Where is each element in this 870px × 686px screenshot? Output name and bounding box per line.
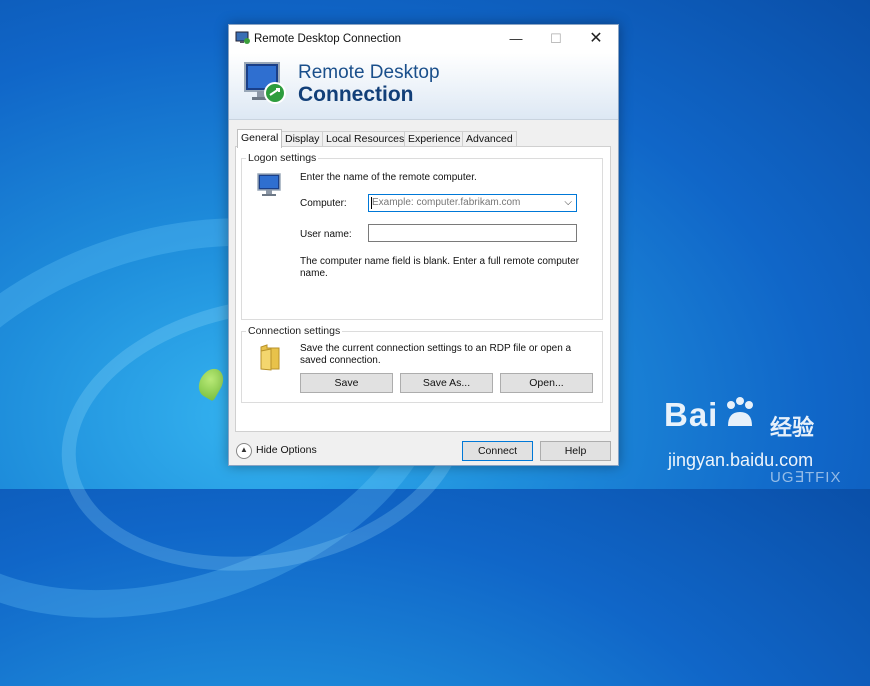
connection-settings-group: Connection settings Save the current con… xyxy=(241,325,603,403)
tab-general[interactable]: General xyxy=(237,129,283,148)
banner: Remote Desktop Connection xyxy=(229,53,618,120)
connect-button[interactable]: Connect xyxy=(462,441,533,461)
general-tab-panel: Logon settings Enter the name of the rem… xyxy=(235,146,611,432)
tab-display[interactable]: Display xyxy=(281,131,324,147)
jingyan-watermark-text: 经验 xyxy=(770,415,815,440)
save-button[interactable]: Save xyxy=(300,373,393,393)
window-title: Remote Desktop Connection xyxy=(254,33,402,45)
computer-combobox[interactable]: Example: computer.fabrikam.com ⌵ xyxy=(368,194,577,212)
chevron-up-circle-icon: ▲ xyxy=(236,443,252,459)
baidu-paw-icon xyxy=(727,397,753,426)
computer-label: Computer: xyxy=(300,198,347,209)
dialog-content: General Display Local Resources Experien… xyxy=(229,120,618,465)
baidu-watermark-text: Bai xyxy=(664,396,719,433)
rdp-app-icon xyxy=(235,31,250,44)
computer-placeholder: Example: computer.fabrikam.com xyxy=(372,197,521,208)
logon-settings-group: Logon settings Enter the name of the rem… xyxy=(241,152,603,320)
logon-settings-legend: Logon settings xyxy=(246,152,319,164)
logon-instruction: Enter the name of the remote computer. xyxy=(300,172,477,183)
chevron-down-icon[interactable]: ⌵ xyxy=(564,197,572,208)
tab-experience[interactable]: Experience xyxy=(404,131,465,147)
minimize-button[interactable]: — xyxy=(496,25,536,53)
title-bar[interactable]: Remote Desktop Connection — ☐ ✕ xyxy=(229,25,618,53)
help-button[interactable]: Help xyxy=(540,441,611,461)
username-label: User name: xyxy=(300,229,352,240)
tab-local-resources[interactable]: Local Resources xyxy=(322,131,409,147)
banner-title-line1: Remote Desktop xyxy=(298,62,440,83)
tab-advanced[interactable]: Advanced xyxy=(462,131,517,147)
monitor-icon xyxy=(244,62,286,104)
close-button[interactable]: ✕ xyxy=(576,25,616,53)
banner-title-line2: Connection xyxy=(298,83,414,106)
maximize-button[interactable]: ☐ xyxy=(536,25,576,53)
ugetfix-watermark: UG∃TFIX xyxy=(770,469,842,486)
rdp-window: Remote Desktop Connection — ☐ ✕ Remote D… xyxy=(228,24,619,466)
folder-icon xyxy=(260,344,280,371)
hide-options-label: Hide Options xyxy=(256,444,317,456)
connection-description: Save the current connection settings to … xyxy=(300,343,572,366)
username-input[interactable] xyxy=(368,224,577,242)
blank-name-warning: The computer name field is blank. Enter … xyxy=(300,256,580,279)
open-button[interactable]: Open... xyxy=(500,373,593,393)
connection-settings-legend: Connection settings xyxy=(246,325,343,337)
save-as-button[interactable]: Save As... xyxy=(400,373,493,393)
dialog-footer: ▲ Hide Options Connect Help xyxy=(229,432,618,465)
monitor-icon xyxy=(257,173,281,196)
